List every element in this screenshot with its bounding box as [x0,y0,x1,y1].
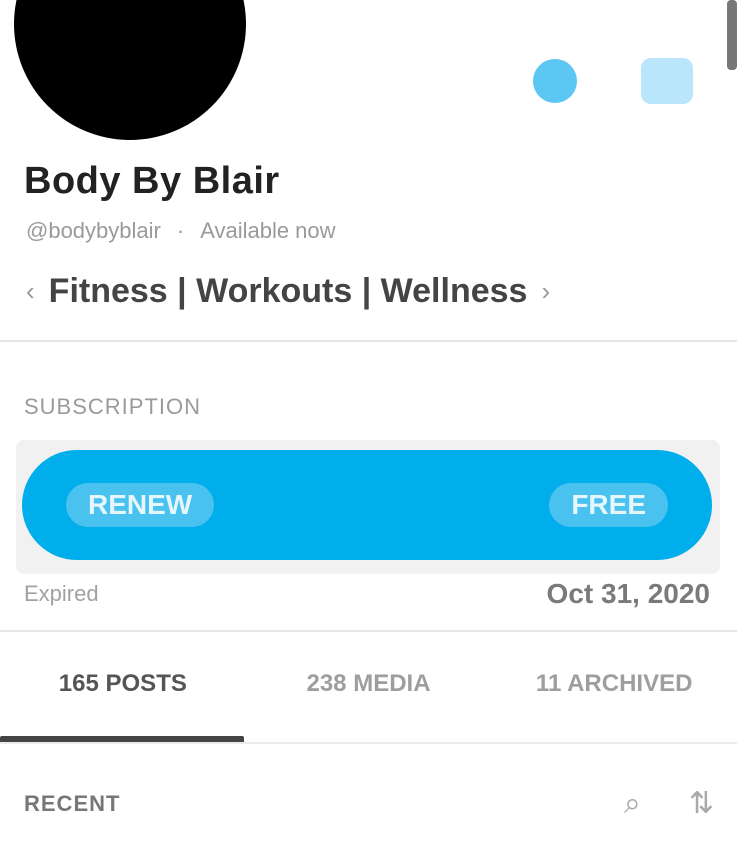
profile-name: Body By Blair [24,160,280,202]
subscribe-button[interactable]: RENEW FREE [22,450,712,560]
profile-handle: @bodybyblair [26,218,161,243]
divider [0,340,737,342]
profile-status: Available now [200,218,336,243]
star-icon[interactable] [533,59,577,103]
category-chips: ‹ Fitness | Workouts | Wellness › [26,272,550,311]
content-tabs: 165 POSTS 238 MEDIA 11 ARCHIVED [0,670,737,722]
meta-separator: · [176,218,185,243]
profile-avatar[interactable] [14,0,246,140]
tab-posts[interactable]: 165 POSTS [0,670,246,722]
sort-label[interactable]: RECENT [24,791,120,817]
category-label: Fitness | Workouts | Wellness [48,272,528,310]
expired-label: Expired [24,581,99,606]
tab-archived[interactable]: 11 ARCHIVED [491,670,737,722]
subscribe-button-left-label: RENEW [66,483,215,527]
search-icon[interactable]: ⌕ [624,787,641,821]
subscribe-button-right-label: FREE [549,483,668,527]
chevron-left-icon[interactable]: ‹ [26,276,35,307]
expired-date: Oct 31, 2020 [546,578,710,609]
profile-meta: @bodybyblair · Available now [26,218,336,244]
sort-row: RECENT ⌕ ⇅ [24,786,714,821]
share-icon[interactable] [641,58,693,104]
expiry-row: Expired Oct 31, 2020 [24,578,710,610]
chevron-right-icon[interactable]: › [541,276,550,307]
divider [0,742,737,744]
tab-media[interactable]: 238 MEDIA [246,670,492,722]
top-actions [533,58,693,104]
sort-actions: ⌕ ⇅ [624,786,714,821]
sort-icon[interactable]: ⇅ [689,786,714,821]
subscription-label: SUBSCRIPTION [24,394,202,419]
divider [0,630,737,632]
scrollbar-thumb[interactable] [727,0,737,70]
